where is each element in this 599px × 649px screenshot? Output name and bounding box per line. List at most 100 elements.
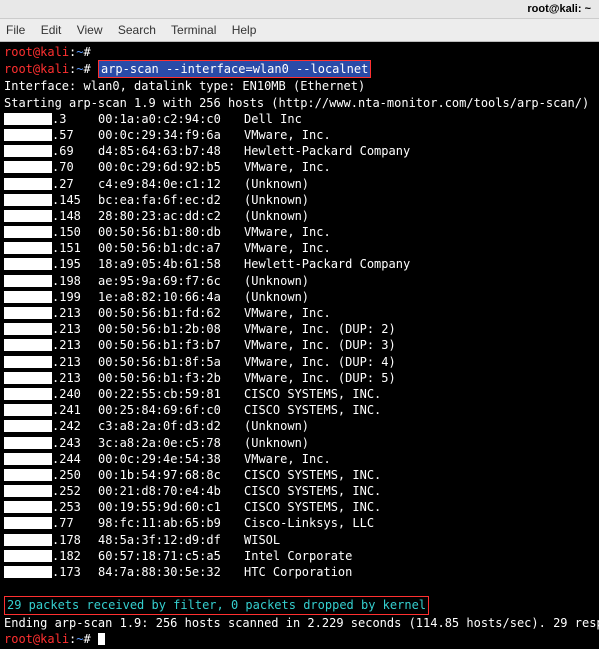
scan-ip: .195 bbox=[52, 256, 98, 272]
scan-row: .24000:22:55:cb:59:81CISCO SYSTEMS, INC. bbox=[4, 386, 595, 402]
scan-ip: .70 bbox=[52, 159, 98, 175]
scan-mac: 60:57:18:71:c5:a5 bbox=[98, 548, 244, 564]
ip-prefix-mask bbox=[4, 372, 52, 384]
menu-terminal[interactable]: Terminal bbox=[171, 23, 216, 37]
scan-mac: 00:50:56:b1:f3:b7 bbox=[98, 337, 244, 353]
scan-ip: .199 bbox=[52, 289, 98, 305]
scan-row: .300:1a:a0:c2:94:c0Dell Inc bbox=[4, 111, 595, 127]
scan-mac: 1e:a8:82:10:66:4a bbox=[98, 289, 244, 305]
scan-row: .19518:a9:05:4b:61:58Hewlett-Packard Com… bbox=[4, 256, 595, 272]
prompt-line-2: root@kali:~# arp-scan --interface=wlan0 … bbox=[4, 60, 595, 78]
ip-prefix-mask bbox=[4, 113, 52, 125]
scan-mac: 00:50:56:b1:8f:5a bbox=[98, 354, 244, 370]
scan-ip: .150 bbox=[52, 224, 98, 240]
scan-row: .21300:50:56:b1:fd:62VMware, Inc. bbox=[4, 305, 595, 321]
scan-mac: c3:a8:2a:0f:d3:d2 bbox=[98, 418, 244, 434]
scan-ip: .213 bbox=[52, 305, 98, 321]
scan-vendor: WISOL bbox=[244, 532, 280, 548]
ip-prefix-mask bbox=[4, 356, 52, 368]
scan-ip: .148 bbox=[52, 208, 98, 224]
scan-row: .1991e:a8:82:10:66:4a(Unknown) bbox=[4, 289, 595, 305]
scan-row: .7000:0c:29:6d:92:b5VMware, Inc. bbox=[4, 159, 595, 175]
scan-vendor: (Unknown) bbox=[244, 435, 309, 451]
scan-vendor: CISCO SYSTEMS, INC. bbox=[244, 386, 381, 402]
scan-row: .14828:80:23:ac:dd:c2(Unknown) bbox=[4, 208, 595, 224]
scan-mac: 00:0c:29:34:f9:6a bbox=[98, 127, 244, 143]
scan-ip: .3 bbox=[52, 111, 98, 127]
scan-mac: 00:1a:a0:c2:94:c0 bbox=[98, 111, 244, 127]
scan-mac: 00:19:55:9d:60:c1 bbox=[98, 499, 244, 515]
scan-vendor: Dell Inc bbox=[244, 111, 302, 127]
menu-file[interactable]: File bbox=[6, 23, 25, 37]
scan-row: .25000:1b:54:97:68:8cCISCO SYSTEMS, INC. bbox=[4, 467, 595, 483]
scan-vendor: (Unknown) bbox=[244, 208, 309, 224]
scan-ip: .242 bbox=[52, 418, 98, 434]
prompt-line-1: root@kali:~# bbox=[4, 44, 595, 60]
scan-vendor: Hewlett-Packard Company bbox=[244, 143, 410, 159]
ip-prefix-mask bbox=[4, 161, 52, 173]
scan-row: .27c4:e9:84:0e:c1:12(Unknown) bbox=[4, 176, 595, 192]
scan-row: .25200:21:d8:70:e4:4bCISCO SYSTEMS, INC. bbox=[4, 483, 595, 499]
scan-vendor: (Unknown) bbox=[244, 176, 309, 192]
scan-vendor: VMware, Inc. bbox=[244, 224, 331, 240]
scan-vendor: (Unknown) bbox=[244, 273, 309, 289]
ip-prefix-mask bbox=[4, 550, 52, 562]
menu-search[interactable]: Search bbox=[118, 23, 156, 37]
scan-mac: c4:e9:84:0e:c1:12 bbox=[98, 176, 244, 192]
scan-row: .69d4:85:64:63:b7:48Hewlett-Packard Comp… bbox=[4, 143, 595, 159]
scan-results: .300:1a:a0:c2:94:c0Dell Inc.5700:0c:29:3… bbox=[4, 111, 595, 580]
menu-view[interactable]: View bbox=[77, 23, 103, 37]
window-titlebar: root@kali: ~ bbox=[0, 0, 599, 19]
ip-prefix-mask bbox=[4, 566, 52, 578]
menubar: File Edit View Search Terminal Help bbox=[0, 19, 599, 42]
scan-vendor: VMware, Inc. bbox=[244, 240, 331, 256]
scan-row: .15100:50:56:b1:dc:a7VMware, Inc. bbox=[4, 240, 595, 256]
scan-mac: 18:a9:05:4b:61:58 bbox=[98, 256, 244, 272]
scan-vendor: VMware, Inc. (DUP: 2) bbox=[244, 321, 396, 337]
scan-vendor: VMware, Inc. (DUP: 5) bbox=[244, 370, 396, 386]
ip-prefix-mask bbox=[4, 517, 52, 529]
ip-prefix-mask bbox=[4, 453, 52, 465]
scan-vendor: CISCO SYSTEMS, INC. bbox=[244, 402, 381, 418]
window-title: root@kali: ~ bbox=[527, 3, 591, 15]
ip-prefix-mask bbox=[4, 226, 52, 238]
scan-row: .5700:0c:29:34:f9:6aVMware, Inc. bbox=[4, 127, 595, 143]
scan-row: .24100:25:84:69:6f:c0CISCO SYSTEMS, INC. bbox=[4, 402, 595, 418]
scan-vendor: VMware, Inc. (DUP: 3) bbox=[244, 337, 396, 353]
scan-mac: 00:50:56:b1:fd:62 bbox=[98, 305, 244, 321]
scan-ip: .77 bbox=[52, 515, 98, 531]
scan-mac: 00:50:56:b1:2b:08 bbox=[98, 321, 244, 337]
menu-help[interactable]: Help bbox=[232, 23, 257, 37]
scan-row: .21300:50:56:b1:f3:b7VMware, Inc. (DUP: … bbox=[4, 337, 595, 353]
scan-row: .18260:57:18:71:c5:a5Intel Corporate bbox=[4, 548, 595, 564]
menu-edit[interactable]: Edit bbox=[41, 23, 62, 37]
scan-mac: bc:ea:fa:6f:ec:d2 bbox=[98, 192, 244, 208]
scan-ip: .252 bbox=[52, 483, 98, 499]
scan-mac: 98:fc:11:ab:65:b9 bbox=[98, 515, 244, 531]
scan-vendor: Cisco-Linksys, LLC bbox=[244, 515, 374, 531]
scan-vendor: VMware, Inc. (DUP: 4) bbox=[244, 354, 396, 370]
scan-ip: .182 bbox=[52, 548, 98, 564]
scan-vendor: VMware, Inc. bbox=[244, 127, 331, 143]
scan-row: .21300:50:56:b1:f3:2bVMware, Inc. (DUP: … bbox=[4, 370, 595, 386]
scan-vendor: (Unknown) bbox=[244, 289, 309, 305]
scan-ip: .213 bbox=[52, 354, 98, 370]
scan-ip: .244 bbox=[52, 451, 98, 467]
scan-row: .145bc:ea:fa:6f:ec:d2(Unknown) bbox=[4, 192, 595, 208]
ip-prefix-mask bbox=[4, 339, 52, 351]
scan-mac: 00:22:55:cb:59:81 bbox=[98, 386, 244, 402]
ip-prefix-mask bbox=[4, 210, 52, 222]
scan-ip: .27 bbox=[52, 176, 98, 192]
prompt-user: root bbox=[4, 45, 33, 59]
scan-ip: .213 bbox=[52, 337, 98, 353]
scan-mac: 00:0c:29:4e:54:38 bbox=[98, 451, 244, 467]
scan-row: .21300:50:56:b1:8f:5aVMware, Inc. (DUP: … bbox=[4, 354, 595, 370]
scan-row: .198ae:95:9a:69:f7:6c(Unknown) bbox=[4, 273, 595, 289]
scan-row: .17384:7a:88:30:5e:32HTC Corporation bbox=[4, 564, 595, 580]
scan-vendor: VMware, Inc. bbox=[244, 451, 331, 467]
ip-prefix-mask bbox=[4, 437, 52, 449]
ip-prefix-mask bbox=[4, 388, 52, 400]
scan-vendor: CISCO SYSTEMS, INC. bbox=[244, 483, 381, 499]
scan-row: .15000:50:56:b1:80:dbVMware, Inc. bbox=[4, 224, 595, 240]
scan-vendor: (Unknown) bbox=[244, 192, 309, 208]
